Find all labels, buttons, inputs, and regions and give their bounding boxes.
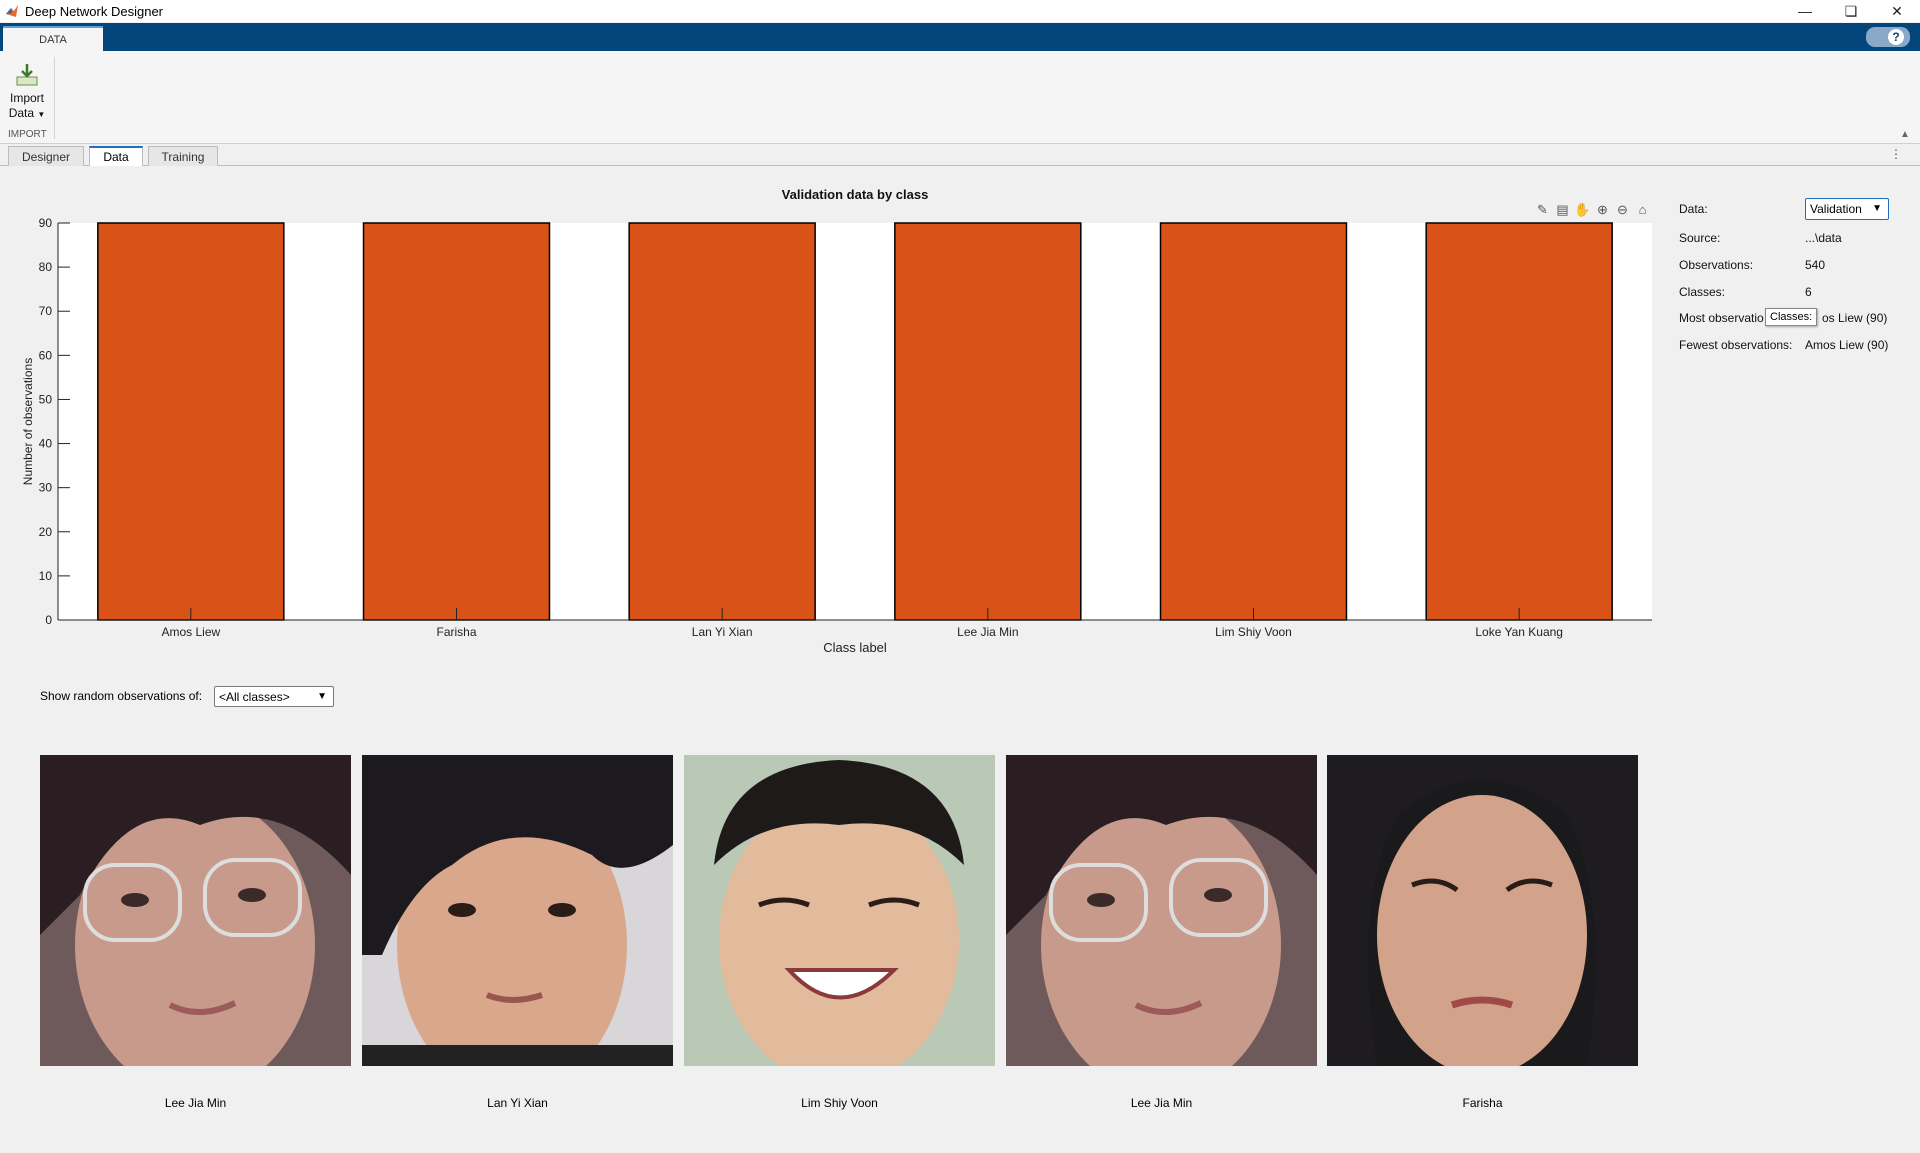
x-tick-label: Lim Shiy Voon [1215, 625, 1292, 639]
source-label: Source: [1679, 231, 1721, 245]
import-data-button[interactable]: Import Data ▼ [4, 59, 50, 129]
chevron-down-icon: ▼ [317, 691, 327, 702]
pan-icon[interactable]: ✋ [1574, 201, 1591, 218]
y-tick-label: 10 [39, 569, 53, 583]
chevron-down-icon: ▼ [1872, 203, 1882, 214]
x-tick-label: Farisha [436, 625, 476, 639]
y-axis-label: Number of observations [21, 358, 35, 485]
observation-label: Lee Jia Min [164, 1096, 227, 1110]
y-tick-label: 20 [39, 525, 53, 539]
toolstrip: Import Data ▼ IMPORT ▲ [0, 51, 1920, 144]
tooltip: Classes: [1765, 308, 1818, 326]
observations-label: Observations: [1679, 258, 1754, 272]
fewest-observations-label: Fewest observations: [1679, 338, 1793, 352]
zoom-in-icon[interactable]: ⊕ [1594, 201, 1611, 218]
bar-chart: Amos Liew Farisha Lan Yi Xian Lee Jia Min Li… [21, 187, 1652, 655]
tab-training[interactable]: Training [148, 146, 218, 166]
data-dropdown-value: Validation [1810, 202, 1862, 216]
observation-image [40, 755, 351, 1066]
class-filter-dropdown[interactable]: <All classes> ▼ [214, 686, 334, 707]
collapse-toolstrip-icon[interactable]: ▲ [1900, 129, 1912, 140]
plot-area [58, 223, 1652, 620]
ribbon-tab-data[interactable]: DATA [3, 26, 103, 51]
observation-label: Lan Yi Xian [487, 1096, 548, 1110]
observation-image [684, 755, 995, 1066]
title-bar: Deep Network Designer — ❏ ✕ [0, 0, 1920, 22]
observation-label: Lim Shiy Voon [801, 1096, 878, 1110]
help-button[interactable]: ? [1866, 27, 1910, 47]
x-tick-label: Loke Yan Kuang [1475, 625, 1563, 639]
tab-data[interactable]: Data [89, 146, 143, 166]
data-view: Amos Liew Farisha Lan Yi Xian Lee Jia Min Li… [0, 167, 1920, 1153]
minimize-icon[interactable]: — [1782, 0, 1828, 22]
window-title: Deep Network Designer [25, 3, 164, 19]
class-filter-value: <All classes> [219, 689, 290, 704]
document-tabs: Designer Data Training ⋮ [0, 144, 1920, 166]
bar [1425, 222, 1613, 621]
data-dropdown[interactable]: Validation ▼ [1805, 198, 1889, 220]
show-observations-label: Show random observations of: [40, 689, 203, 703]
help-icon: ? [1888, 29, 1904, 45]
import-label-line2: Data [8, 106, 35, 120]
home-icon[interactable]: ⌂ [1634, 201, 1651, 218]
observation-label: Lee Jia Min [1130, 1096, 1193, 1110]
y-tick-label: 90 [39, 216, 53, 230]
x-tick-label: Lan Yi Xian [692, 625, 753, 639]
zoom-out-icon[interactable]: ⊖ [1614, 201, 1631, 218]
fewest-observations-value: Amos Liew (90) [1805, 338, 1889, 352]
y-tick-label: 0 [45, 613, 52, 627]
bar [1159, 222, 1348, 621]
x-tick-label: Lee Jia Min [957, 625, 1018, 639]
y-tick-label: 80 [39, 260, 53, 274]
y-tick-label: 50 [39, 392, 53, 406]
most-observations-value: os Liew (90) [1822, 311, 1888, 325]
bar [362, 222, 551, 621]
bar [97, 222, 285, 621]
observation-label: Farisha [1462, 1096, 1503, 1110]
classes-value: 6 [1805, 285, 1812, 299]
x-tick-label: Amos Liew [161, 625, 220, 639]
bar [628, 222, 816, 621]
bar [894, 222, 1082, 621]
source-value: ...\data [1805, 231, 1842, 245]
more-options-icon[interactable]: ⋮ [1890, 147, 1902, 161]
observation-image [1327, 755, 1638, 1066]
close-icon[interactable]: ✕ [1874, 0, 1920, 22]
y-tick-label: 70 [39, 304, 53, 318]
import-data-icon [16, 64, 38, 86]
ribbon-tab-strip: DATA ? [0, 23, 1920, 51]
x-axis-label: Class label [823, 640, 887, 655]
datatip-icon[interactable]: ▤ [1554, 201, 1571, 218]
matlab-logo-icon [6, 5, 18, 17]
y-tick-label: 30 [39, 481, 53, 495]
dropdown-arrow-icon: ▼ [37, 110, 46, 119]
data-label: Data: [1679, 202, 1708, 216]
section-divider [54, 57, 55, 139]
observations-value: 540 [1805, 258, 1826, 272]
restore-icon[interactable]: ❏ [1828, 0, 1874, 22]
y-tick-label: 40 [39, 437, 53, 451]
observation-image [362, 755, 673, 1066]
most-observations-label: Most observatio [1679, 311, 1764, 325]
chart-title: Validation data by class [782, 187, 929, 202]
y-tick-label: 60 [39, 348, 53, 362]
tab-designer[interactable]: Designer [8, 146, 84, 166]
classes-label: Classes: [1679, 285, 1726, 299]
brush-icon[interactable]: ✎ [1534, 201, 1551, 218]
section-label-import: IMPORT [8, 129, 47, 140]
axes-toolbar: ✎ ▤ ✋ ⊕ ⊖ ⌂ [1534, 201, 1651, 218]
observation-image [1006, 755, 1317, 1066]
import-label-line1: Import [9, 91, 44, 105]
